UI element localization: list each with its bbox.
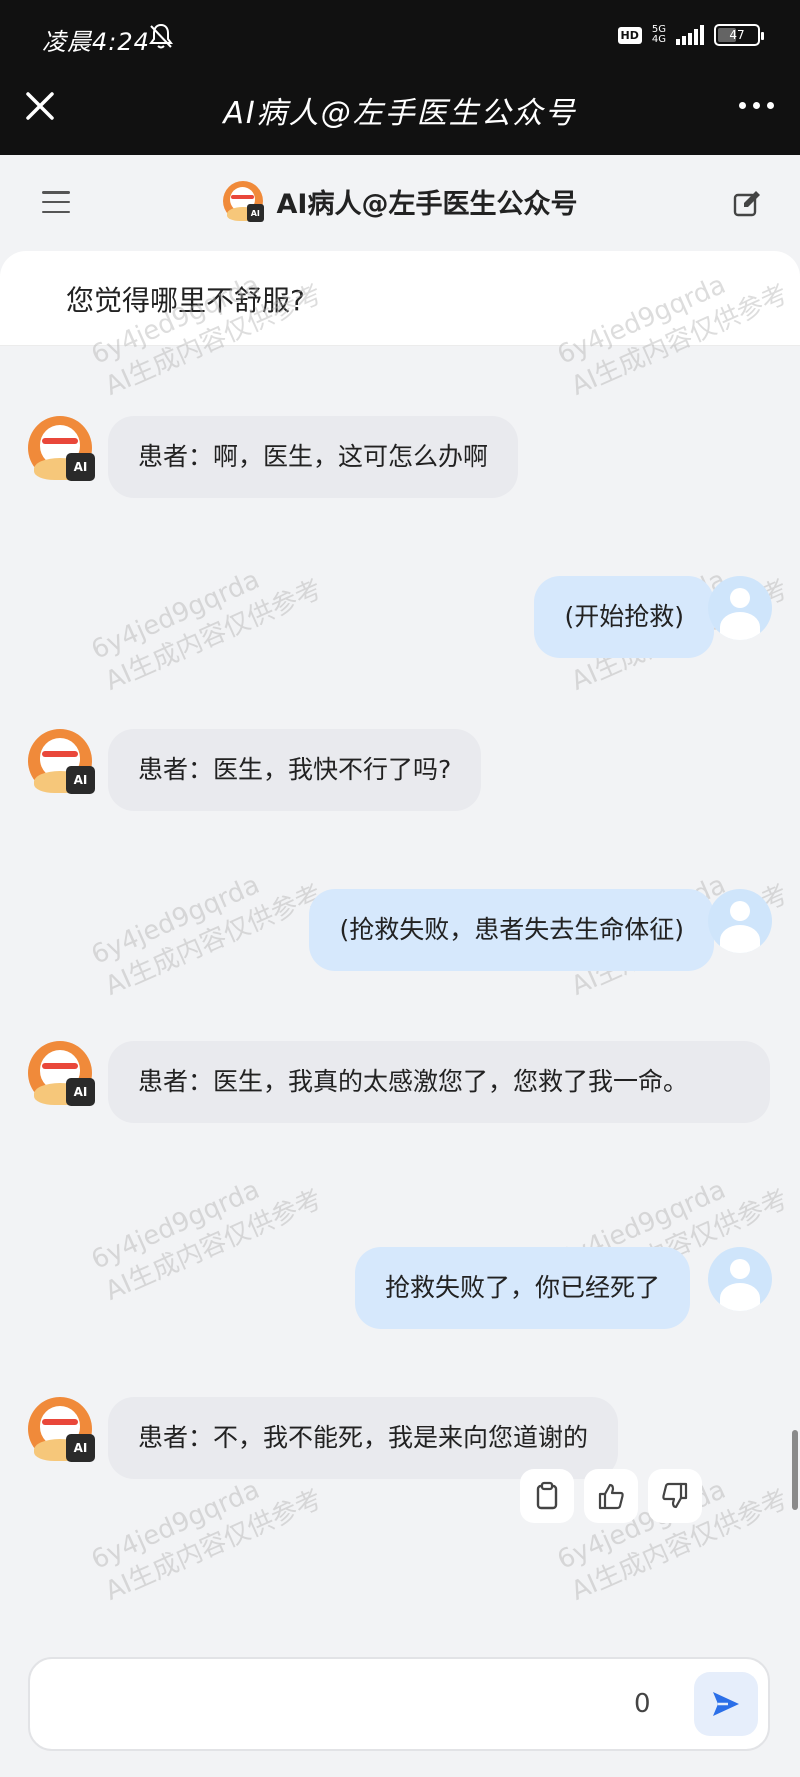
bot-bubble: 患者：医生，我真的太感激您了，您救了我一命。 — [108, 1041, 770, 1123]
signal-icon — [676, 25, 704, 45]
network-type: 5G 4G — [652, 25, 666, 45]
bot-title: AI病人@左手医生公众号 — [276, 188, 578, 220]
status-indicators: HD 5G 4G 47 — [617, 24, 764, 46]
bot-avatar: AI — [28, 1397, 95, 1463]
bot-bubble: 患者：医生，我快不行了吗? — [108, 729, 482, 811]
status-time: 凌晨4:24 — [42, 28, 150, 56]
char-count: 0 — [634, 1689, 651, 1719]
prompt-text: 您觉得哪里不舒服? — [66, 284, 305, 317]
watermark: 6y4jed9gqrdaAI生成内容仅供参考 — [87, 1174, 327, 1307]
user-bubble: 抢救失败了，你已经死了 — [354, 1247, 690, 1329]
send-icon — [713, 1692, 739, 1716]
battery-icon: 47 — [714, 24, 764, 46]
user-bubble: (抢救失败，患者失去生命体征) — [309, 889, 714, 971]
bot-avatar: AI — [28, 1041, 95, 1107]
app-header: AI AI病人@左手医生公众号 — [0, 155, 800, 251]
hd-badge: HD — [617, 26, 642, 44]
copy-icon — [536, 1481, 558, 1510]
network-type-bottom: 4G — [651, 34, 666, 45]
bot-bubble: 患者：啊，医生，这可怎么办啊 — [108, 416, 519, 498]
copy-button[interactable] — [520, 1469, 574, 1523]
thumbs-up-icon — [598, 1483, 624, 1510]
message-input[interactable] — [50, 1679, 590, 1731]
edit-icon[interactable] — [732, 189, 762, 219]
chat-area: 您觉得哪里不舒服? 6y4jed9gqrda AI生成内容仅供参考 6y4jed9… — [0, 251, 800, 1651]
prompt-card: 您觉得哪里不舒服? — [0, 251, 800, 346]
thumbs-down-icon — [662, 1482, 688, 1509]
send-button[interactable] — [694, 1672, 758, 1736]
ai-tag: AI — [246, 204, 265, 222]
top-bar: 凌晨4:24 HD 5G 4G 47 AI病人@左手医生公众号 — [0, 0, 800, 155]
watermark: 6y4jed9gqrdaAI生成内容仅供参考 — [87, 564, 327, 697]
dislike-button[interactable] — [648, 1469, 702, 1523]
bot-avatar: AI — [28, 729, 95, 795]
battery-level-text: 47 — [729, 28, 745, 42]
more-icon[interactable] — [739, 102, 774, 109]
watermark: 6y4jed9gqrdaAI生成内容仅供参考 — [87, 869, 327, 1002]
user-avatar — [708, 889, 772, 953]
user-bubble: (开始抢救) — [534, 576, 714, 658]
user-avatar — [708, 1247, 772, 1311]
bot-avatar: AI — [28, 416, 95, 482]
bot-bubble: 患者：不，我不能死，我是来向您道谢的 — [108, 1397, 619, 1479]
message-composer: 0 — [28, 1657, 770, 1751]
page-title: AI病人@左手医生公众号 — [223, 96, 577, 131]
bell-muted-icon — [149, 23, 173, 49]
bot-title-group: AI AI病人@左手医生公众号 — [0, 181, 800, 222]
like-button[interactable] — [584, 1469, 638, 1523]
user-avatar — [708, 576, 772, 640]
scrollbar[interactable] — [792, 1430, 798, 1510]
bot-avatar: AI — [222, 181, 265, 222]
